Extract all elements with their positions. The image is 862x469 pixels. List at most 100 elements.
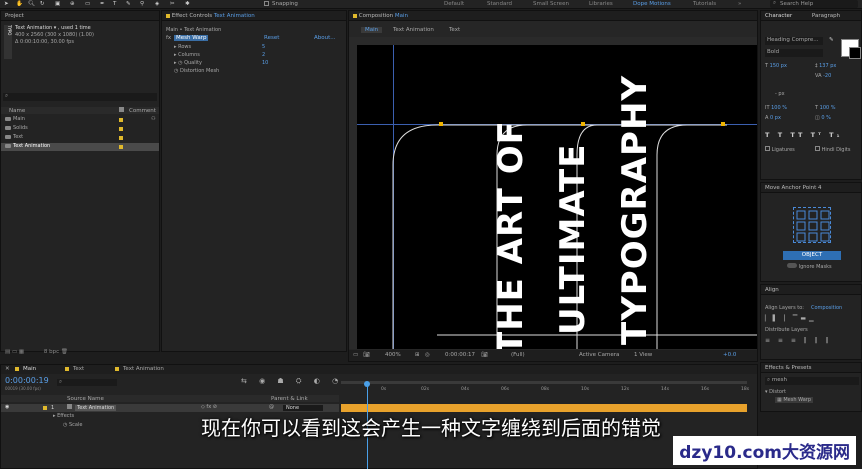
close-icon[interactable]: ✕ xyxy=(5,366,10,372)
timeline-tab-text-animation[interactable]: Text Animation xyxy=(123,366,164,372)
camera-dropdown[interactable]: Active Camera xyxy=(579,352,619,358)
timeline-search-input[interactable]: ⌕ xyxy=(57,379,117,386)
expand-arrow-icon[interactable]: ▸ xyxy=(174,52,177,58)
vertical-scale-row[interactable]: IT 100 % xyxy=(765,105,787,111)
timeline-timecode[interactable]: 0:00:00:19 xyxy=(5,376,49,385)
puppet-tool-icon[interactable]: ✱ xyxy=(185,1,190,7)
stroke-width-row[interactable]: - px xyxy=(775,91,785,97)
search-help-field[interactable]: ⌕ Search Help xyxy=(770,0,858,8)
pickwhip-icon[interactable]: @ xyxy=(269,404,274,410)
ignore-masks-toggle[interactable]: Ignore Masks xyxy=(787,263,832,270)
stopwatch-icon[interactable]: ◷ xyxy=(178,60,182,66)
effects-search-input[interactable]: ⌕ mesh xyxy=(765,377,859,385)
snapshot-icon[interactable]: 📷︎ xyxy=(363,352,370,358)
resolution-dropdown[interactable]: (Full) xyxy=(511,352,525,358)
about-button[interactable]: About... xyxy=(314,35,336,41)
playhead-handle[interactable] xyxy=(364,381,370,387)
tsume-row[interactable]: ◫ 0 % xyxy=(815,115,831,121)
tab-character[interactable]: Character xyxy=(765,13,792,19)
column-parent-link[interactable]: Parent & Link xyxy=(271,396,308,402)
layer-name[interactable]: Text Animation xyxy=(75,405,117,411)
workspace-default[interactable]: Default xyxy=(444,1,464,7)
mask-tool-icon[interactable]: ▭ xyxy=(85,1,90,7)
parent-dropdown[interactable]: None xyxy=(283,405,323,411)
anchor-grid[interactable] xyxy=(793,207,831,243)
tab-paragraph[interactable]: Paragraph xyxy=(812,13,840,19)
workspace-overflow-icon[interactable]: » xyxy=(738,1,741,7)
eyedropper-icon[interactable]: ✎ xyxy=(829,37,834,43)
align-buttons[interactable]: ▏▌▕ ▔▬▁ xyxy=(765,315,817,322)
project-item-text-animation[interactable]: Text Animation xyxy=(1,143,159,151)
layer-duration-bar[interactable] xyxy=(341,404,747,412)
tracking-row[interactable]: VA -20 xyxy=(815,73,831,79)
project-search-input[interactable]: ⌕ xyxy=(3,93,157,101)
font-family-dropdown[interactable]: Heading Compre... xyxy=(765,37,823,45)
effect-mesh-warp-row[interactable]: fx Mesh Warp Reset About... xyxy=(164,35,346,42)
hand-tool-icon[interactable]: ✋ xyxy=(16,1,23,7)
workspace-small-screen[interactable]: Small Screen xyxy=(533,1,569,7)
baseline-shift-row[interactable]: A 0 px xyxy=(765,115,781,121)
camera-icon[interactable]: 📷︎ xyxy=(481,352,488,358)
comp-tab-main[interactable]: Main xyxy=(361,27,383,33)
stamp-tool-icon[interactable]: ⚲ xyxy=(140,1,144,7)
selection-tool-icon[interactable]: ➤ xyxy=(4,1,9,7)
param-quality-value[interactable]: 10 xyxy=(262,60,268,66)
camera-tool-icon[interactable]: ▣ xyxy=(55,1,60,7)
mesh-control-point[interactable] xyxy=(581,122,585,126)
visibility-icon[interactable]: ◉ xyxy=(5,404,9,410)
eraser-tool-icon[interactable]: ◈ xyxy=(155,1,159,7)
mesh-control-point[interactable] xyxy=(721,122,725,126)
pan-tool-icon[interactable]: ⊕ xyxy=(70,1,75,7)
current-time[interactable]: 0:00:00:17 xyxy=(445,352,475,358)
type-tool-icon[interactable]: T xyxy=(113,1,116,7)
mask-visibility-icon[interactable]: ◎ xyxy=(425,352,430,358)
distribute-buttons[interactable]: ≡ ≡ ≡ ‖ ‖ ‖ xyxy=(765,337,832,344)
comp-viewer[interactable]: THE ART OF ULTIMATE TYPOGRAPHY xyxy=(357,45,757,349)
work-area-bar[interactable] xyxy=(341,379,751,387)
text-style-buttons[interactable]: T T TT Tᵀ T₁ xyxy=(765,131,842,139)
ligatures-checkbox[interactable]: Ligatures xyxy=(765,146,795,153)
bpc-label[interactable]: 8 bpc xyxy=(44,349,59,355)
exposure-value[interactable]: +0.0 xyxy=(723,352,736,358)
snapping-checkbox[interactable] xyxy=(264,1,269,6)
param-columns-value[interactable]: 2 xyxy=(262,52,265,58)
column-source-name[interactable]: Source Name xyxy=(67,396,104,402)
interpret-footage-icon[interactable]: ▤ xyxy=(5,349,10,355)
effect-item-mesh-warp[interactable]: ▦ Mesh Warp xyxy=(775,397,813,403)
zoom-tool-icon[interactable]: 🔍︎ xyxy=(28,1,35,7)
stopwatch-icon[interactable]: ◷ xyxy=(174,68,178,74)
label-column-icon[interactable] xyxy=(119,107,124,112)
view-layout-dropdown[interactable]: 1 View xyxy=(634,352,652,358)
rotate-tool-icon[interactable]: ↻ xyxy=(40,1,45,7)
pen-tool-icon[interactable]: ✒ xyxy=(100,1,105,7)
font-size-row[interactable]: T 150 px xyxy=(765,63,787,69)
flowchart-icon[interactable]: ⚇ xyxy=(151,116,155,122)
object-button[interactable]: OBJECT xyxy=(783,251,841,260)
column-comment[interactable]: Comment xyxy=(129,108,156,114)
leading-row[interactable]: ‡ 137 px xyxy=(815,63,836,69)
timeline-tab-text[interactable]: Text xyxy=(73,366,84,372)
align-to-dropdown[interactable]: Composition xyxy=(811,305,842,311)
horizontal-scale-row[interactable]: T 100 % xyxy=(815,105,836,111)
brush-tool-icon[interactable]: ✎ xyxy=(126,1,131,7)
font-style-dropdown[interactable]: Bold xyxy=(765,49,823,57)
hindi-digits-checkbox[interactable]: Hindi Digits xyxy=(815,146,850,153)
new-folder-icon[interactable]: ▭ xyxy=(12,349,17,355)
comp-tab-text[interactable]: Text xyxy=(449,27,460,33)
timeline-tab-main[interactable]: Main xyxy=(23,366,36,372)
workspace-standard[interactable]: Standard xyxy=(487,1,512,7)
project-item-text[interactable]: Text xyxy=(1,134,159,142)
grid-icon[interactable]: ⊞ xyxy=(415,352,420,358)
project-item-solids[interactable]: Solids xyxy=(1,125,159,133)
zoom-dropdown[interactable]: 400% xyxy=(385,352,401,358)
workspace-dope-motions[interactable]: Dope Motions xyxy=(633,1,671,7)
project-item-main[interactable]: Main ⚇ xyxy=(1,116,159,124)
column-name[interactable]: Name xyxy=(9,108,25,114)
workspace-tutorials[interactable]: Tutorials xyxy=(693,1,716,7)
effects-category[interactable]: ▾ Distort xyxy=(765,389,786,395)
workspace-libraries[interactable]: Libraries xyxy=(589,1,613,7)
layer-switches-icon[interactable]: ◇ fx ⊘ xyxy=(201,404,217,410)
expand-arrow-icon[interactable]: ▸ xyxy=(174,44,177,50)
expand-arrow-icon[interactable]: ▸ xyxy=(174,60,177,66)
stroke-color-swatch[interactable] xyxy=(849,47,861,59)
